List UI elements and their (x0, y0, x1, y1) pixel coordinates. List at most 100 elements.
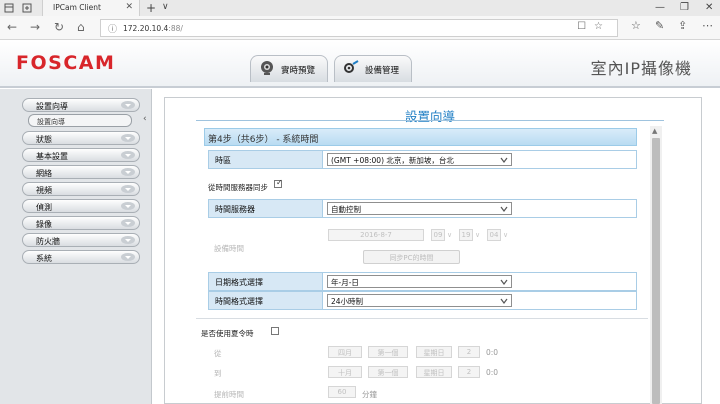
dst-from-hour-select[interactable]: 2 (458, 346, 480, 358)
dst-to-hour-select[interactable]: 2 (458, 366, 480, 378)
sidebar-item-detection[interactable]: 偵測 (22, 199, 140, 213)
set-aside-tabs-icon[interactable] (22, 3, 32, 13)
sidebar-subitem-setup-wizard[interactable]: 設置向導 (28, 114, 132, 127)
address-bar[interactable]: ⓘ 172.20.10.4:88/ ☐☆ (100, 19, 618, 37)
browser-tab[interactable]: IPCam Client ✕ (42, 0, 140, 16)
dst-to-month-value: 十月 (338, 369, 352, 377)
dst-from-day-value: 星期日 (423, 349, 445, 357)
dst-to-suffix: 0:0 (486, 368, 499, 377)
close-window-icon[interactable]: ✕ (705, 2, 713, 13)
time-server-label-cell: 時間服務器 (209, 200, 323, 217)
more-options-icon[interactable]: ⋯ (702, 19, 713, 32)
sync-pc-time-label: 同步PC的時間 (389, 254, 434, 262)
scroll-up-icon[interactable]: ▲ (652, 127, 657, 135)
sync-pc-time-button[interactable]: 同步PC的時間 (363, 250, 460, 264)
back-icon[interactable]: ← (7, 20, 17, 34)
sidebar-item-label: 基本設置 (36, 152, 68, 161)
browser-navigation-bar: ← → ↻ ⌂ ⓘ 172.20.10.4:88/ ☐☆ ☆ ✎ ⇪ ⋯ (0, 16, 720, 40)
sidebar-item-setup-wizard[interactable]: 設置向導 (22, 98, 140, 112)
sidebar-item-system[interactable]: 系統 (22, 250, 140, 264)
dst-advance-value: 60 (337, 388, 347, 396)
time-server-select[interactable]: 自動控制 (327, 202, 512, 215)
sidebar-item-video[interactable]: 視頻 (22, 182, 140, 196)
dst-to-day-select[interactable]: 星期日 (416, 366, 452, 378)
refresh-icon[interactable]: ↻ (54, 20, 64, 34)
chevron-down-icon (121, 236, 135, 244)
sidebar-item-network[interactable]: 網絡 (22, 165, 140, 179)
chevron-down-icon (121, 151, 135, 159)
device-second-select[interactable]: 04 (487, 229, 501, 241)
dst-from-week-value: 第一個 (377, 349, 399, 357)
timezone-label: 時區 (215, 156, 231, 165)
time-format-label: 時間格式選擇 (215, 297, 263, 306)
device-hour-value: 09 (433, 231, 443, 239)
address-bar-tools: ☐☆ (577, 21, 611, 32)
sidebar-item-recording[interactable]: 錄像 (22, 216, 140, 230)
pen-icon[interactable]: ✎ (655, 19, 664, 32)
tab-actions-icon[interactable] (4, 3, 14, 13)
time-format-row: 時間格式選擇 24小時制 (208, 291, 637, 310)
dst-from-suffix: 0:0 (486, 348, 499, 357)
sidebar-item-label: 系統 (36, 254, 52, 263)
sidebar-item-status[interactable]: 狀態 (22, 131, 140, 145)
device-hour-select[interactable]: 09 (431, 229, 445, 241)
sidebar-item-label: 偵測 (36, 203, 52, 212)
tab-device-management[interactable]: 設備管理 (334, 55, 412, 82)
home-icon[interactable]: ⌂ (77, 20, 85, 34)
sidebar-subitem-label: 設置向導 (37, 118, 65, 126)
device-second-value: 04 (489, 231, 499, 239)
scrollbar-thumb[interactable] (652, 138, 660, 404)
chevron-down-icon (500, 298, 508, 304)
date-format-label: 日期格式選擇 (215, 278, 263, 287)
share-icon[interactable]: ⇪ (678, 19, 687, 32)
sidebar-item-label: 狀態 (36, 135, 52, 144)
url-path: :88/ (168, 24, 183, 33)
device-minute-select[interactable]: 19 (459, 229, 473, 241)
minimize-icon[interactable]: — (655, 2, 665, 13)
date-format-value: 年-月-日 (331, 278, 359, 287)
forward-icon[interactable]: → (30, 20, 40, 34)
site-info-icon[interactable]: ⓘ (108, 22, 117, 35)
page-title: 設置向導 (405, 109, 456, 124)
sync-server-checkbox[interactable]: ✓ (274, 178, 283, 188)
dst-advance-select[interactable]: 60 (328, 386, 356, 398)
chevron-down-icon (121, 134, 135, 142)
sidebar-item-firewall[interactable]: 防火牆 (22, 233, 140, 247)
collapse-sidebar-icon[interactable]: ‹ (143, 114, 147, 124)
favorite-star-icon[interactable]: ☆ (594, 21, 611, 32)
chevron-down-icon (121, 185, 135, 193)
read-mode-icon[interactable]: ☐ (577, 21, 594, 32)
device-date-input[interactable]: 2016-8-7 (328, 229, 424, 241)
dst-from-month-select[interactable]: 四月 (328, 346, 362, 358)
dst-to-week-select[interactable]: 第一個 (368, 366, 408, 378)
date-format-select[interactable]: 年-月-日 (327, 275, 512, 288)
chevron-down-icon (121, 101, 135, 109)
sidebar-item-label: 視頻 (36, 186, 52, 195)
tab-close-icon[interactable]: ✕ (125, 2, 133, 12)
dst-checkbox[interactable] (271, 327, 279, 335)
dst-label: 是否使用夏令時 (201, 329, 254, 338)
sidebar-item-label: 網絡 (36, 169, 52, 178)
time-format-select[interactable]: 24小時制 (327, 294, 512, 307)
url-text[interactable]: 172.20.10.4:88/ (123, 24, 183, 33)
url-host: 172.20.10.4 (123, 24, 169, 33)
dst-to-month-select[interactable]: 十月 (328, 366, 362, 378)
favorites-icon[interactable]: ☆ (631, 19, 641, 32)
maximize-icon[interactable]: ❐ (680, 2, 689, 13)
product-title: 室內IP攝像機 (590, 59, 692, 78)
foscam-logo: FOSCAM (16, 52, 116, 74)
device-time-label: 設備時間 (214, 244, 244, 253)
tab-live-view[interactable]: 實時預覽 (250, 55, 328, 82)
app-header: FOSCAM 實時預覽 設備管理 室內IP攝像機 (0, 41, 720, 88)
date-format-label-cell: 日期格式選擇 (209, 273, 323, 290)
chevron-down-icon (121, 219, 135, 227)
new-tab-icon[interactable]: + (146, 1, 156, 15)
dst-from-week-select[interactable]: 第一個 (368, 346, 408, 358)
browser-title-bar: IPCam Client ✕ + ∨ — ❐ ✕ (0, 0, 720, 16)
dst-from-day-select[interactable]: 星期日 (416, 346, 452, 358)
sync-server-label: 從時間服務器同步 (208, 183, 268, 192)
tab-list-icon[interactable]: ∨ (162, 2, 169, 12)
timezone-select[interactable]: (GMT +08:00) 北京，新加坡，台北 (327, 153, 512, 166)
browser-tab-title: IPCam Client (53, 3, 101, 12)
sidebar-item-basic-settings[interactable]: 基本設置 (22, 148, 140, 162)
